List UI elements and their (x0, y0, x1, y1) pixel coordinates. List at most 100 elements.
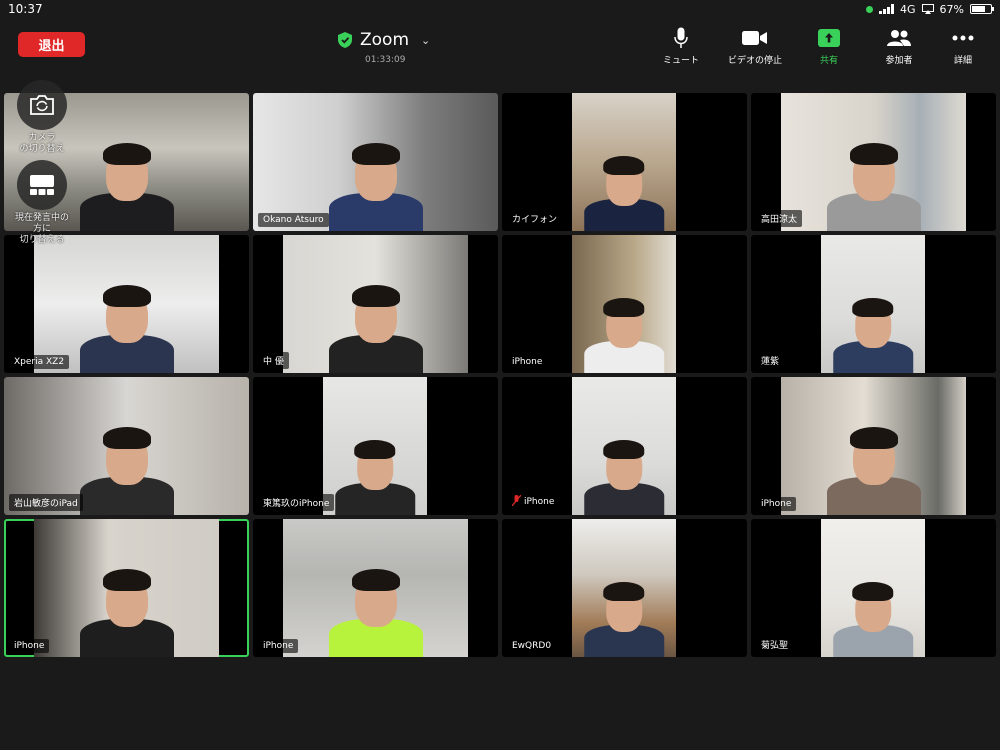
more-label: 詳細 (953, 56, 972, 66)
share-label: 共有 (819, 56, 838, 66)
participant-silhouette (577, 280, 671, 373)
participant-video (34, 519, 219, 657)
participant-video (283, 235, 468, 373)
participant-tile[interactable]: 中 優 (253, 235, 498, 373)
participant-name: iPhone (263, 641, 294, 651)
participant-tile[interactable]: カイフォン (502, 93, 747, 231)
participant-tile[interactable]: 高田涼太 (751, 93, 996, 231)
participant-silhouette (577, 138, 671, 231)
participant-name-label: iPhone (756, 497, 797, 511)
participant-name-label: Okano Atsuro (258, 213, 329, 227)
switch-view-control[interactable]: 現在発言中の 方に 切り替える (0, 160, 84, 246)
participant-silhouette (72, 263, 182, 373)
participant-name: 高田涼太 (761, 215, 798, 225)
battery-percent: 67% (939, 2, 964, 16)
participant-video (323, 377, 427, 515)
switch-camera-control[interactable]: カメラ の切り替え (0, 80, 84, 155)
share-screen-icon (818, 29, 840, 47)
switch-view-label: 現在発言中の 方に 切り替える (14, 213, 69, 245)
participant-silhouette (328, 422, 422, 515)
leave-button[interactable]: 退出 (18, 32, 85, 57)
mute-label: ミュート (662, 56, 699, 66)
participant-tile[interactable]: 蓮紫 (751, 235, 996, 373)
participant-video (572, 235, 676, 373)
participant-video (34, 235, 219, 373)
participant-video (821, 519, 925, 657)
speaker-view-icon (30, 175, 54, 195)
participant-video (572, 93, 676, 231)
participant-name-label: 高田涼太 (756, 210, 803, 227)
participant-name: iPhone (512, 357, 543, 367)
shield-check-icon (338, 32, 352, 48)
participant-name: Xperia XZ2 (14, 357, 65, 367)
participants-button[interactable]: 参加者 (864, 26, 934, 66)
participant-tile[interactable]: iPhone (751, 377, 996, 515)
participant-name: 岩山敏彦のiPad (14, 499, 78, 509)
participant-silhouette (72, 405, 182, 515)
switch-view-button[interactable] (17, 160, 67, 210)
participant-video (781, 377, 966, 515)
participant-silhouette (321, 263, 431, 373)
participant-tile[interactable]: Okano Atsuro (253, 93, 498, 231)
participant-name-label: EwQRD0 (507, 639, 557, 653)
chevron-down-icon: ⌄ (421, 33, 431, 47)
participant-name: iPhone (524, 497, 555, 507)
participant-name: EwQRD0 (512, 641, 552, 651)
stop-video-label: ビデオの停止 (727, 56, 782, 66)
participants-label: 参加者 (885, 56, 913, 66)
meeting-timer: 01:33:09 (365, 55, 406, 65)
mute-button[interactable]: ミュート (646, 26, 716, 66)
video-camera-icon (742, 31, 767, 45)
participants-icon (887, 30, 911, 46)
status-bar: 10:37 4G 67% (0, 0, 1000, 18)
meeting-title-dropdown[interactable]: Zoom ⌄ (338, 30, 430, 50)
participant-name-label: 蓮紫 (756, 352, 785, 369)
participant-silhouette (826, 280, 920, 373)
participant-name: 東篤玖のiPhone (263, 499, 330, 509)
participant-silhouette (577, 564, 671, 657)
participant-name: Okano Atsuro (263, 215, 324, 225)
participant-silhouette (577, 422, 671, 515)
participant-tile[interactable]: iPhone (4, 519, 249, 657)
participant-name-label: カイフォン (507, 210, 563, 227)
microphone-icon (674, 27, 688, 48)
meeting-title: Zoom (360, 30, 410, 50)
muted-microphone-icon (511, 494, 522, 509)
participant-tile[interactable]: 岩山敏彦のiPad (4, 377, 249, 515)
share-button[interactable]: 共有 (794, 26, 864, 66)
participant-name: iPhone (761, 499, 792, 509)
participant-silhouette (321, 121, 431, 231)
switch-camera-button[interactable] (17, 80, 67, 130)
participant-tile[interactable]: iPhone (253, 519, 498, 657)
participant-name-label: 岩山敏彦のiPad (9, 494, 83, 511)
network-type: 4G (900, 2, 916, 16)
stop-video-button[interactable]: ビデオの停止 (720, 26, 790, 66)
participant-tile[interactable]: iPhone (502, 235, 747, 373)
participant-video (572, 519, 676, 657)
participant-name-label: iPhone (507, 493, 560, 511)
screen-mirror-icon (921, 4, 934, 14)
signal-icon (879, 4, 895, 14)
participant-video (283, 519, 468, 657)
participant-name-label: iPhone (507, 355, 548, 369)
status-indicators: 4G 67% (866, 2, 994, 16)
participant-name-label: 中 優 (258, 352, 289, 369)
participant-tile[interactable]: 東篤玖のiPhone (253, 377, 498, 515)
participant-tile[interactable]: 菊弘聖 (751, 519, 996, 657)
participant-silhouette (819, 121, 929, 231)
participant-tile[interactable]: Xperia XZ2 (4, 235, 249, 373)
participant-silhouette (321, 547, 431, 657)
participant-tile[interactable]: EwQRD0 (502, 519, 747, 657)
more-button[interactable]: 詳細 (928, 26, 998, 66)
camera-switch-icon (30, 95, 54, 115)
participant-tile[interactable]: iPhone (502, 377, 747, 515)
participant-video (253, 93, 498, 231)
participant-silhouette (72, 547, 182, 657)
participant-name: 菊弘聖 (761, 641, 789, 651)
participant-silhouette (819, 405, 929, 515)
participant-name-label: 菊弘聖 (756, 636, 794, 653)
participant-name-label: Xperia XZ2 (9, 355, 70, 369)
more-dots-icon (952, 35, 974, 41)
participant-name-label: iPhone (9, 639, 50, 653)
participant-video (821, 235, 925, 373)
